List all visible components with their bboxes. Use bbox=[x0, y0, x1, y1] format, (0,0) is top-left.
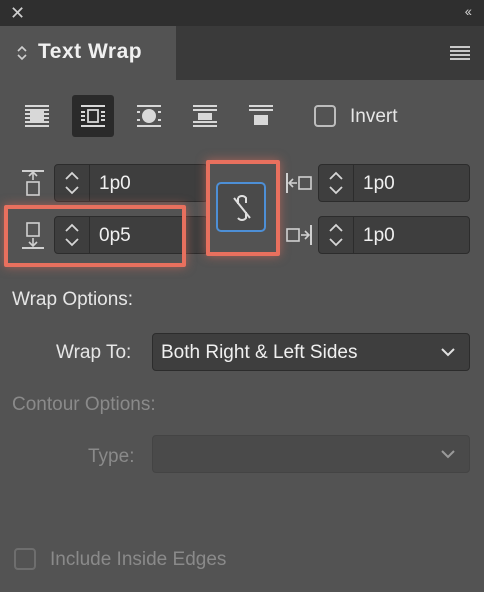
left-offset-icon bbox=[286, 173, 312, 193]
left-offset-field[interactable]: 1p0 bbox=[318, 164, 470, 202]
right-offset-icon bbox=[286, 225, 312, 245]
bottom-offset-icon bbox=[22, 222, 44, 249]
bottom-offset-field[interactable]: 0p5 bbox=[54, 216, 208, 254]
wrap-to-select[interactable]: Both Right & Left Sides bbox=[152, 333, 470, 371]
right-offset-field[interactable]: 1p0 bbox=[318, 216, 470, 254]
wrap-object-shape-button[interactable] bbox=[128, 95, 170, 137]
left-offset-value: 1p0 bbox=[363, 173, 395, 194]
close-icon[interactable]: ✕ bbox=[10, 3, 25, 23]
chevron-down-icon bbox=[441, 450, 455, 459]
tab-bar: Text Wrap bbox=[0, 26, 484, 80]
jump-object-icon bbox=[193, 105, 217, 127]
stepper-arrows-icon bbox=[329, 171, 343, 195]
tab-collapse-arrows-icon[interactable] bbox=[16, 44, 28, 62]
stepper-arrows-icon bbox=[65, 171, 79, 195]
wrap-object-shape-icon bbox=[137, 105, 161, 127]
wrap-to-value: Both Right & Left Sides bbox=[161, 342, 358, 363]
right-offset-stepper[interactable] bbox=[319, 217, 354, 253]
tab-text-wrap[interactable]: Text Wrap bbox=[0, 26, 176, 80]
jump-to-next-column-icon bbox=[249, 105, 273, 125]
bottom-offset-value: 0p5 bbox=[99, 225, 131, 246]
stepper-arrows-icon bbox=[329, 223, 343, 247]
no-text-wrap-icon bbox=[25, 105, 49, 127]
wrap-bounding-box-button[interactable] bbox=[72, 95, 114, 137]
include-inside-edges-label: Include Inside Edges bbox=[50, 549, 227, 570]
make-all-settings-same-button[interactable] bbox=[216, 182, 266, 232]
chevron-down-icon bbox=[441, 348, 455, 357]
invert-checkbox[interactable] bbox=[314, 105, 336, 127]
bottom-offset-stepper[interactable] bbox=[55, 217, 90, 253]
top-offset-stepper[interactable] bbox=[55, 165, 90, 201]
invert-label: Invert bbox=[350, 106, 398, 127]
include-inside-edges-checkbox[interactable] bbox=[14, 548, 36, 570]
wrap-to-label: Wrap To: bbox=[56, 342, 132, 363]
contour-options-heading: Contour Options: bbox=[12, 394, 156, 415]
wrap-options-heading: Wrap Options: bbox=[12, 289, 134, 310]
top-offset-value: 1p0 bbox=[99, 173, 131, 194]
collapse-icon[interactable]: ‹‹ bbox=[465, 3, 472, 19]
wrap-bounding-box-icon bbox=[81, 105, 105, 127]
stepper-arrows-icon bbox=[65, 223, 79, 247]
jump-to-next-column-button[interactable] bbox=[240, 95, 282, 137]
panel-titlebar: ✕ ‹‹ bbox=[0, 0, 484, 26]
left-offset-stepper[interactable] bbox=[319, 165, 354, 201]
unlink-chain-icon bbox=[233, 195, 251, 221]
jump-object-button[interactable] bbox=[184, 95, 226, 137]
contour-type-label: Type: bbox=[88, 446, 135, 467]
top-offset-icon bbox=[22, 170, 44, 196]
panel-title: Text Wrap bbox=[38, 40, 143, 63]
no-text-wrap-button[interactable] bbox=[16, 95, 58, 137]
contour-type-select[interactable] bbox=[152, 435, 470, 473]
right-offset-value: 1p0 bbox=[363, 225, 395, 246]
panel-menu-icon[interactable] bbox=[450, 46, 470, 60]
top-offset-field[interactable]: 1p0 bbox=[54, 164, 208, 202]
